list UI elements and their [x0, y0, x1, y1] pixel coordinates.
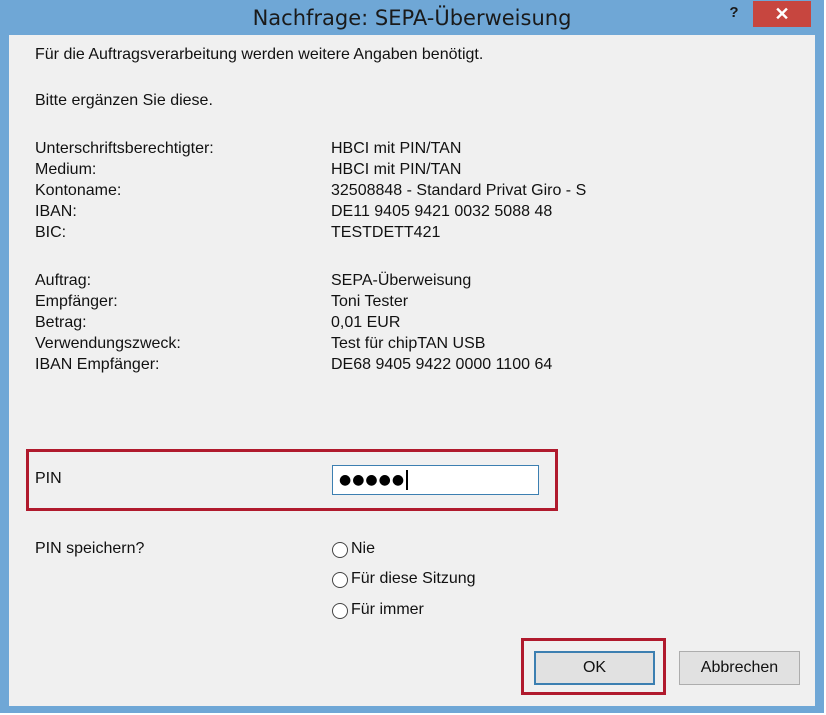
account-value-name: 32508848 - Standard Privat Giro - S: [331, 182, 587, 199]
account-label-bic: BIC:: [35, 224, 67, 241]
window-title: Nachfrage: SEPA-Überweisung: [252, 6, 572, 30]
order-value-recipient-iban: DE68 9405 9422 0000 1100 64: [331, 356, 553, 373]
pin-masked-value: ●●●●●: [339, 472, 406, 488]
order-label-recipient: Empfänger:: [35, 293, 118, 310]
pin-input[interactable]: ●●●●●: [332, 465, 539, 495]
radio-button-never[interactable]: [332, 542, 348, 558]
order-label-purpose: Verwendungszweck:: [35, 335, 181, 352]
order-label-recipient-iban: IBAN Empfänger:: [35, 356, 160, 373]
account-label-name: Kontoname:: [35, 182, 122, 199]
save-pin-label: PIN speichern?: [35, 540, 145, 557]
dialog-window: Nachfrage: SEPA-Überweisung ? ✕ Für die …: [0, 0, 824, 713]
intro-text: Für die Auftragsverarbeitung werden weit…: [35, 46, 484, 63]
text-caret: [406, 470, 409, 490]
account-value-signatory: HBCI mit PIN/TAN: [331, 140, 462, 157]
account-label-iban: IBAN:: [35, 203, 77, 220]
dialog-content: Für die Auftragsverarbeitung werden weit…: [9, 35, 815, 706]
ok-button[interactable]: OK: [534, 651, 655, 685]
help-button[interactable]: ?: [723, 3, 745, 25]
account-value-iban: DE11 9405 9421 0032 5088 48: [331, 203, 553, 220]
order-value-type: SEPA-Überweisung: [331, 272, 472, 289]
title-bar[interactable]: Nachfrage: SEPA-Überweisung ? ✕: [1, 1, 823, 35]
account-value-medium: HBCI mit PIN/TAN: [331, 161, 462, 178]
account-value-bic: TESTDETT421: [331, 224, 441, 241]
close-button[interactable]: ✕: [753, 1, 811, 27]
radio-label-session: Für diese Sitzung: [351, 570, 476, 587]
radio-button-session[interactable]: [332, 572, 348, 588]
radio-button-always[interactable]: [332, 603, 348, 619]
order-value-recipient: Toni Tester: [331, 293, 409, 310]
order-value-amount: 0,01 EUR: [331, 314, 401, 331]
account-label-medium: Medium:: [35, 161, 97, 178]
radio-label-always: Für immer: [351, 601, 424, 618]
order-label-amount: Betrag:: [35, 314, 87, 331]
intro-instruction: Bitte ergänzen Sie diese.: [35, 92, 213, 109]
radio-label-never: Nie: [351, 540, 376, 557]
order-label-type: Auftrag:: [35, 272, 92, 289]
pin-label: PIN: [35, 470, 62, 487]
account-label-signatory: Unterschriftsberechtigter:: [35, 140, 214, 157]
order-value-purpose: Test für chipTAN USB: [331, 335, 486, 352]
cancel-button[interactable]: Abbrechen: [679, 651, 800, 685]
